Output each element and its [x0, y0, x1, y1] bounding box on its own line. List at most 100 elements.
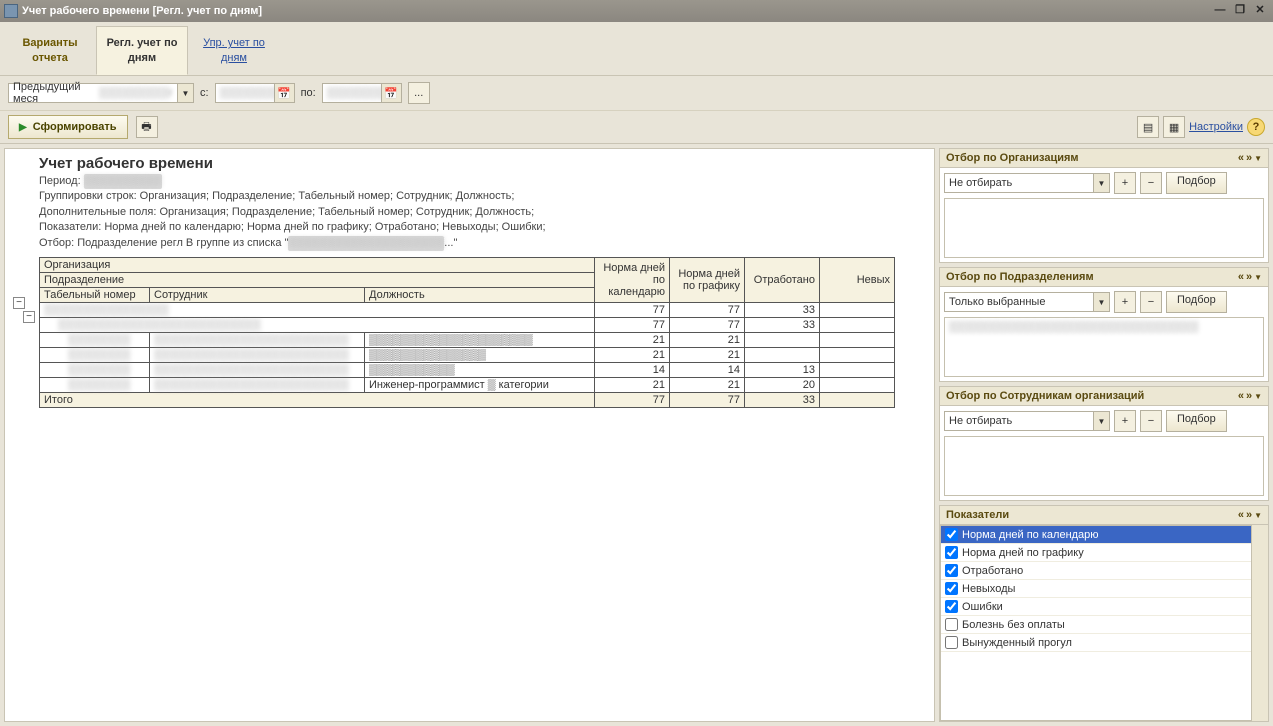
- remove-icon[interactable]: −: [1140, 410, 1162, 432]
- tab-variants[interactable]: Варианты отчета: [4, 26, 96, 75]
- calendar-icon[interactable]: 📅: [275, 83, 295, 103]
- date-from-input[interactable]: ▒▒▒▒▒▒▒▒ 📅: [215, 83, 295, 103]
- collapse-left-icon[interactable]: «: [1238, 271, 1244, 283]
- prev-month-combo[interactable]: Предыдущий меся ▒▒▒▒▒▒▒▒▒г: [8, 83, 194, 103]
- table-row[interactable]: ▒▒▒▒▒▒▒▒▒▒▒▒▒▒▒▒▒▒▒▒▒▒▒▒▒▒▒▒▒▒▒▒▒Инженер…: [40, 377, 895, 392]
- indicator-label: Вынужденный прогул: [962, 637, 1072, 649]
- list-item[interactable]: ▒▒▒▒▒▒▒▒▒▒▒▒▒▒▒▒▒▒▒▒▒▒▒▒▒▒▒▒▒▒▒▒: [947, 320, 1261, 334]
- collapse-org-button[interactable]: −: [13, 297, 25, 309]
- collapse-left-icon[interactable]: «: [1238, 152, 1244, 164]
- indicator-row[interactable]: Вынужденный прогул: [941, 634, 1251, 652]
- indicator-checkbox[interactable]: [945, 528, 958, 541]
- filter-org-list[interactable]: [944, 198, 1264, 258]
- indicator-checkbox[interactable]: [945, 618, 958, 631]
- chevron-down-icon[interactable]: [1254, 152, 1262, 164]
- remove-icon[interactable]: −: [1140, 172, 1162, 194]
- panel-toggle-button[interactable]: ▤: [1137, 116, 1159, 138]
- indicator-checkbox[interactable]: [945, 636, 958, 649]
- filter-emp-list[interactable]: [944, 436, 1264, 496]
- select-org-button[interactable]: Подбор: [1166, 172, 1227, 194]
- collapse-right-icon[interactable]: »: [1246, 271, 1252, 283]
- cell-employee: ▒▒▒▒▒▒▒▒▒▒▒▒▒▒▒▒▒▒▒▒▒▒▒▒▒: [150, 347, 365, 362]
- cell-tabnum: ▒▒▒▒▒▒▒▒: [40, 377, 150, 392]
- layout-button[interactable]: ▦: [1163, 116, 1185, 138]
- chevron-down-icon[interactable]: [1254, 390, 1262, 402]
- add-icon[interactable]: +: [1114, 172, 1136, 194]
- chevron-down-icon[interactable]: [1094, 292, 1110, 312]
- org-row[interactable]: ▒▒▒▒▒▒▒▒▒▒▒▒▒▒▒▒ 77 77 33: [40, 302, 895, 317]
- period-dialog-button[interactable]: ...: [408, 82, 430, 104]
- date-to-input[interactable]: ▒▒▒▒▒▒▒▒ 📅: [322, 83, 402, 103]
- filter-emp-mode[interactable]: Не отбирать: [944, 411, 1110, 431]
- indicator-row[interactable]: Норма дней по графику: [941, 544, 1251, 562]
- minimize-button[interactable]: —: [1211, 3, 1229, 19]
- select-dept-button[interactable]: Подбор: [1166, 291, 1227, 313]
- cell-value: 77: [595, 317, 670, 332]
- table-row[interactable]: ▒▒▒▒▒▒▒▒▒▒▒▒▒▒▒▒▒▒▒▒▒▒▒▒▒▒▒▒▒▒▒▒▒▒▒▒▒▒▒▒…: [40, 362, 895, 377]
- indicator-row[interactable]: Норма дней по календарю: [941, 526, 1251, 544]
- tab-regl[interactable]: Регл. учет по дням: [96, 26, 188, 75]
- add-icon[interactable]: +: [1114, 410, 1136, 432]
- maximize-button[interactable]: ❐: [1231, 3, 1249, 19]
- indicator-label: Болезнь без оплаты: [962, 619, 1065, 631]
- chevron-down-icon[interactable]: [1094, 411, 1110, 431]
- remove-icon[interactable]: −: [1140, 291, 1162, 313]
- indicator-checkbox[interactable]: [945, 546, 958, 559]
- settings-link[interactable]: Настройки: [1189, 121, 1243, 133]
- window-title: Учет рабочего времени [Регл. учет по дня…: [22, 5, 262, 17]
- indicator-row[interactable]: Отработано: [941, 562, 1251, 580]
- indicator-row[interactable]: Ошибки: [941, 598, 1251, 616]
- from-label: с:: [200, 87, 209, 99]
- table-row[interactable]: ▒▒▒▒▒▒▒▒▒▒▒▒▒▒▒▒▒▒▒▒▒▒▒▒▒▒▒▒▒▒▒▒▒▒▒▒▒▒▒▒…: [40, 332, 895, 347]
- prev-month-label: Предыдущий меся: [13, 81, 95, 105]
- report-pane[interactable]: − − Учет рабочего времени Период: ▒▒▒▒▒▒…: [4, 148, 935, 722]
- table-row[interactable]: ▒▒▒▒▒▒▒▒▒▒▒▒▒▒▒▒▒▒▒▒▒▒▒▒▒▒▒▒▒▒▒▒▒▒▒▒▒▒▒▒…: [40, 347, 895, 362]
- cell-value: 21: [595, 332, 670, 347]
- chevron-down-icon[interactable]: [1094, 173, 1110, 193]
- dept-row[interactable]: ▒▒▒▒▒▒▒▒▒▒▒▒▒▒▒▒▒▒▒▒▒▒▒▒▒▒ 77 77 33: [40, 317, 895, 332]
- filter-org-mode[interactable]: Не отбирать: [944, 173, 1110, 193]
- cell-value: 21: [670, 332, 745, 347]
- meta-indicators: Показатели: Норма дней по календарю; Нор…: [39, 221, 546, 233]
- print-button[interactable]: 🖶: [136, 116, 158, 138]
- collapse-right-icon[interactable]: »: [1246, 509, 1252, 521]
- indicator-row[interactable]: Невыходы: [941, 580, 1251, 598]
- collapse-right-icon[interactable]: »: [1246, 390, 1252, 402]
- tab-upr[interactable]: Упр. учет по дням: [188, 26, 280, 75]
- filter-dept-list[interactable]: ▒▒▒▒▒▒▒▒▒▒▒▒▒▒▒▒▒▒▒▒▒▒▒▒▒▒▒▒▒▒▒▒: [944, 317, 1264, 377]
- generate-label: Сформировать: [33, 121, 117, 133]
- collapse-left-icon[interactable]: «: [1238, 390, 1244, 402]
- calendar-icon[interactable]: 📅: [382, 83, 402, 103]
- select-emp-button[interactable]: Подбор: [1166, 410, 1227, 432]
- indicator-checkbox[interactable]: [945, 582, 958, 595]
- indicator-row[interactable]: Болезнь без оплаты: [941, 616, 1251, 634]
- indicator-checkbox[interactable]: [945, 600, 958, 613]
- generate-button[interactable]: ▶ Сформировать: [8, 115, 128, 139]
- report-title: Учет рабочего времени: [39, 155, 934, 172]
- chevron-down-icon[interactable]: [1254, 509, 1262, 521]
- chevron-down-icon[interactable]: [1254, 271, 1262, 283]
- indicator-label: Норма дней по календарю: [962, 529, 1099, 541]
- cell-value: 13: [745, 362, 820, 377]
- period-value: ▒▒▒▒▒▒▒▒▒▒: [84, 174, 162, 189]
- meta-groupings: Группировки строк: Организация; Подразде…: [39, 190, 514, 202]
- col-dept: Подразделение: [40, 272, 595, 287]
- indicator-list[interactable]: Норма дней по календарю Норма дней по гра…: [940, 525, 1252, 721]
- help-button[interactable]: ?: [1247, 118, 1265, 136]
- filter-dept-mode[interactable]: Только выбранные: [944, 292, 1110, 312]
- chevron-down-icon[interactable]: [178, 83, 194, 103]
- collapse-left-icon[interactable]: «: [1238, 509, 1244, 521]
- report-meta: Период: ▒▒▒▒▒▒▒▒▒▒ Группировки строк: Ор…: [39, 174, 934, 251]
- close-button[interactable]: ✕: [1251, 3, 1269, 19]
- cell-value: 21: [595, 377, 670, 392]
- indicator-label: Ошибки: [962, 601, 1003, 613]
- collapse-right-icon[interactable]: »: [1246, 152, 1252, 164]
- add-icon[interactable]: +: [1114, 291, 1136, 313]
- indicator-checkbox[interactable]: [945, 564, 958, 577]
- cell-position: ▒▒▒▒▒▒▒▒▒▒▒▒▒▒▒: [365, 347, 595, 362]
- collapse-dept-button[interactable]: −: [23, 311, 35, 323]
- period-toolbar: Предыдущий меся ▒▒▒▒▒▒▒▒▒г с: ▒▒▒▒▒▒▒▒ 📅…: [0, 76, 1273, 111]
- org-name: ▒▒▒▒▒▒▒▒▒▒▒▒▒▒▒▒: [40, 302, 595, 317]
- scrollbar[interactable]: [1252, 525, 1268, 721]
- header-row-1: Организация Норма дней по календарю Норм…: [40, 257, 895, 272]
